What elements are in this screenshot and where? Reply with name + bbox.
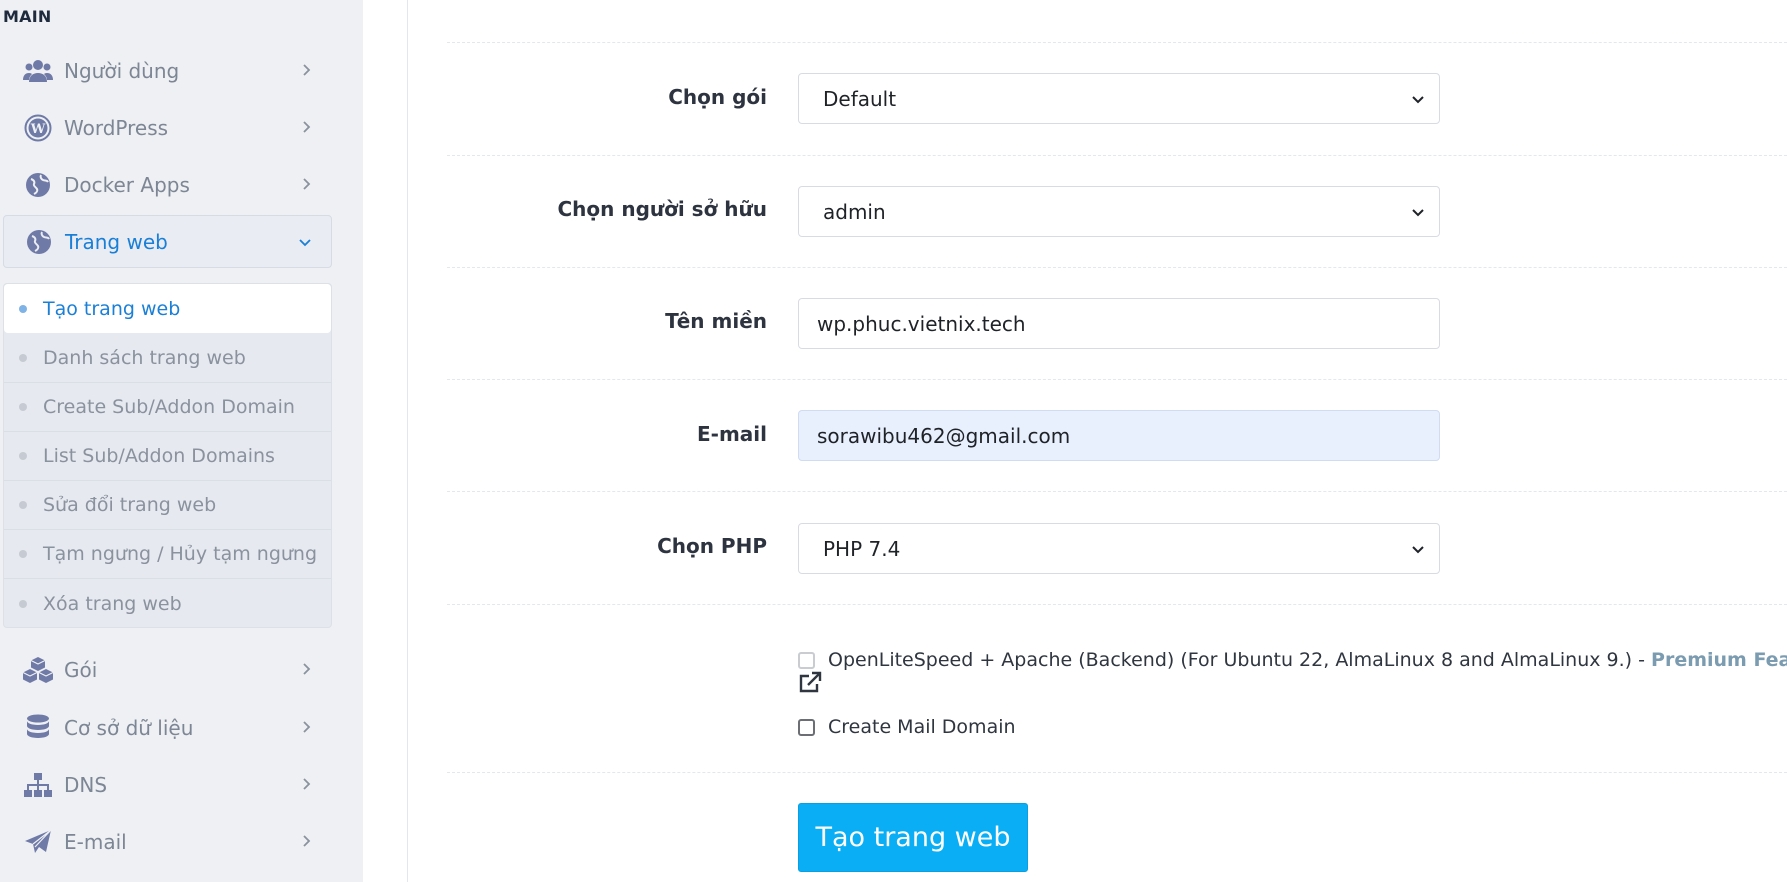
sidebar-item-databases[interactable]: Cơ sở dữ liệu <box>3 701 332 754</box>
mail-domain-label: Create Mail Domain <box>828 716 1016 738</box>
package-select[interactable]: Default <box>798 73 1440 124</box>
chevron-right-icon <box>303 778 311 790</box>
submenu-item-label: Create Sub/Addon Domain <box>43 396 295 418</box>
submenu-item-modify-website[interactable]: Sửa đổi trang web <box>4 481 331 530</box>
sidebar-item-label: WordPress <box>64 115 169 140</box>
chevron-right-icon <box>303 835 311 847</box>
sidebar-item-label: Gói <box>64 657 98 682</box>
chevron-down-icon <box>1412 209 1424 217</box>
websites-submenu: Tạo trang web Danh sách trang web Create… <box>3 283 332 628</box>
submenu-item-label: List Sub/Addon Domains <box>43 445 275 467</box>
bullet-dot-icon <box>19 304 27 313</box>
cubes-icon <box>16 655 60 685</box>
sidebar-item-label: Cơ sở dữ liệu <box>64 715 194 740</box>
submenu-item-label: Danh sách trang web <box>43 347 246 369</box>
mail-domain-checkbox[interactable] <box>798 718 815 736</box>
sidebar-item-dns[interactable]: DNS <box>3 758 332 811</box>
chevron-right-icon <box>303 64 311 76</box>
sidebar-item-label: Docker Apps <box>64 172 190 197</box>
bullet-dot-icon <box>19 354 27 362</box>
svg-text:W: W <box>30 122 46 137</box>
chevron-down-icon <box>1412 96 1424 104</box>
submenu-item-suspend-website[interactable]: Tạm ngưng / Hủy tạm ngưng <box>4 530 331 579</box>
premium-feature-link[interactable]: Premium Feature <box>1651 649 1787 671</box>
submenu-item-create-website[interactable]: Tạo trang web <box>4 284 331 333</box>
php-label: Chọn PHP <box>657 534 767 558</box>
sidebar-heading: MAIN <box>3 7 52 26</box>
sidebar-item-email[interactable]: E-mail <box>3 815 332 868</box>
chevron-right-icon <box>303 121 311 133</box>
chevron-right-icon <box>303 178 311 190</box>
sitemap-icon <box>16 770 60 800</box>
sidebar-item-packages[interactable]: Gói <box>3 643 332 696</box>
submenu-item-list-sub-addon-domains[interactable]: List Sub/Addon Domains <box>4 432 331 481</box>
chevron-down-icon <box>1412 546 1424 554</box>
chevron-down-icon <box>299 239 311 247</box>
sidebar-item-websites[interactable]: Trang web <box>3 215 332 268</box>
package-select-value: Default <box>823 86 897 111</box>
ols-option-label: OpenLiteSpeed + Apache (Backend) (For Ub… <box>828 649 1787 671</box>
database-icon <box>16 713 60 743</box>
sidebar-item-label: DNS <box>64 772 108 797</box>
bullet-dot-icon <box>19 550 27 558</box>
paper-plane-icon <box>16 827 60 857</box>
ols-option-row: OpenLiteSpeed + Apache (Backend) (For Ub… <box>798 649 1787 671</box>
external-link-icon[interactable] <box>798 671 822 695</box>
bullet-dot-icon <box>19 599 27 608</box>
submenu-item-create-sub-addon-domain[interactable]: Create Sub/Addon Domain <box>4 383 331 432</box>
email-input-value: sorawibu462@gmail.com <box>817 423 1071 448</box>
domain-label: Tên miền <box>665 309 767 333</box>
package-label: Chọn gói <box>668 85 767 109</box>
domain-input[interactable]: wp.phuc.vietnix.tech <box>798 298 1440 349</box>
sidebar-item-label: E-mail <box>64 829 127 854</box>
sidebar-item-docker-apps[interactable]: Docker Apps <box>3 158 332 211</box>
main-divider <box>407 0 408 882</box>
sidebar-item-label: Trang web <box>65 229 168 254</box>
sidebar: MAIN Người dùng W WordPress Docker Apps … <box>0 0 363 882</box>
email-label: E-mail <box>696 422 767 446</box>
submenu-item-label: Tạo trang web <box>43 297 181 320</box>
bullet-dot-icon <box>19 501 27 509</box>
ols-option-checkbox[interactable] <box>798 651 815 669</box>
row-divider <box>447 155 1787 156</box>
submenu-item-label: Sửa đổi trang web <box>43 494 217 516</box>
globe-icon <box>16 170 60 200</box>
email-input[interactable]: sorawibu462@gmail.com <box>798 410 1440 461</box>
chevron-right-icon <box>303 663 311 675</box>
create-website-button[interactable]: Tạo trang web <box>798 803 1028 872</box>
ols-option-text: OpenLiteSpeed + Apache (Backend) (For Ub… <box>828 649 1652 671</box>
row-divider <box>447 42 1787 43</box>
row-divider <box>447 604 1787 605</box>
submenu-item-label: Xóa trang web <box>43 592 182 615</box>
php-select-value: PHP 7.4 <box>823 536 901 561</box>
sidebar-item-users[interactable]: Người dùng <box>3 44 332 97</box>
users-icon <box>16 56 60 86</box>
bullet-dot-icon <box>19 452 27 460</box>
owner-select[interactable]: admin <box>798 186 1440 237</box>
sidebar-item-wordpress[interactable]: W WordPress <box>3 101 332 154</box>
domain-input-value: wp.phuc.vietnix.tech <box>817 311 1026 336</box>
php-select[interactable]: PHP 7.4 <box>798 523 1440 574</box>
submenu-item-list-websites[interactable]: Danh sách trang web <box>4 334 331 383</box>
owner-select-value: admin <box>823 199 886 224</box>
mail-domain-row: Create Mail Domain <box>798 716 1016 738</box>
submenu-item-label: Tạm ngưng / Hủy tạm ngưng <box>43 543 318 565</box>
row-divider <box>447 772 1787 773</box>
bullet-dot-icon <box>19 403 27 411</box>
owner-label: Chọn người sở hữu <box>557 197 767 221</box>
globe-icon <box>17 227 61 257</box>
row-divider <box>447 379 1787 380</box>
row-divider <box>447 267 1787 268</box>
wordpress-icon: W <box>16 113 60 143</box>
chevron-right-icon <box>303 721 311 733</box>
row-divider <box>447 491 1787 492</box>
sidebar-item-label: Người dùng <box>64 58 180 83</box>
submenu-item-delete-website[interactable]: Xóa trang web <box>4 579 331 628</box>
